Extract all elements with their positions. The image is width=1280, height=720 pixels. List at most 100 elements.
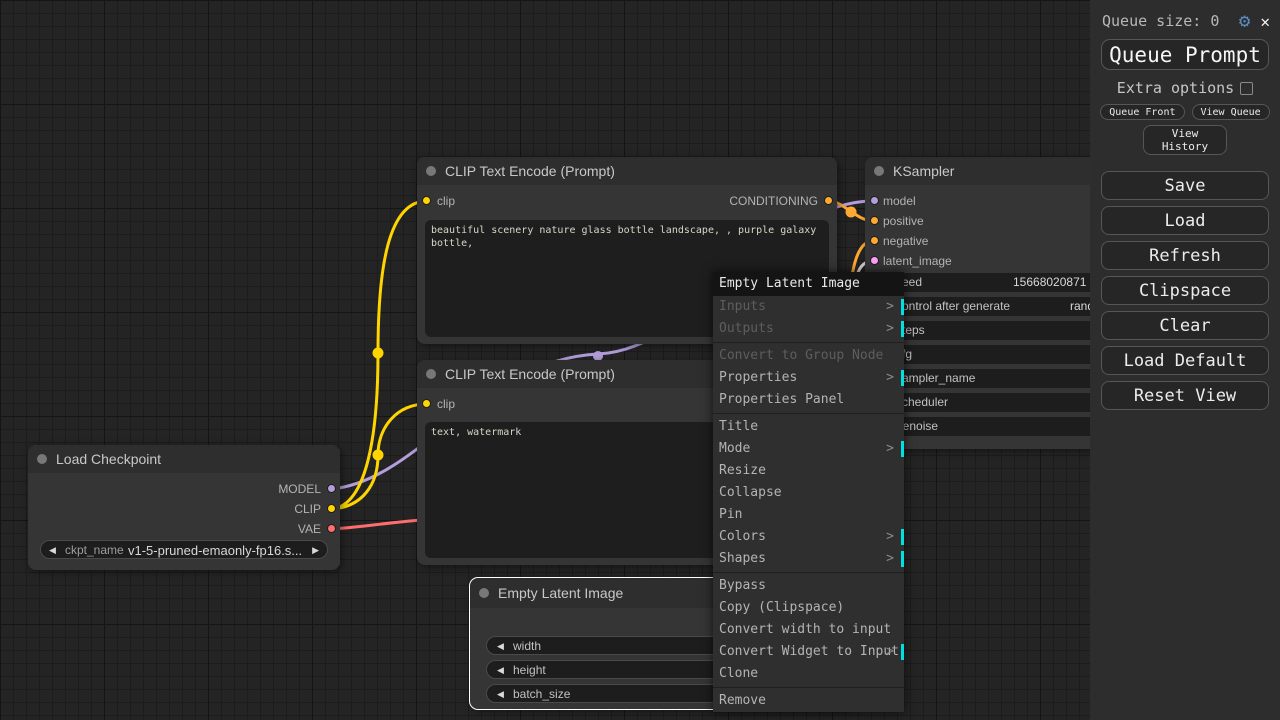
clipspace-button[interactable]: Clipspace <box>1101 276 1269 305</box>
view-history-button[interactable]: View History <box>1143 125 1227 155</box>
comfy-menu-panel: Queue size: 0 ⚙ ✕ Queue Prompt Extra opt… <box>1090 0 1280 720</box>
menu-item-bypass[interactable]: Bypass <box>713 575 904 597</box>
positive-input-slot[interactable] <box>870 216 879 225</box>
model-output-label: MODEL <box>278 483 321 495</box>
submenu-arrow-icon: > <box>886 367 894 389</box>
view-queue-button[interactable]: View Queue <box>1192 104 1270 120</box>
menu-item-remove[interactable]: Remove <box>713 690 904 712</box>
submenu-arrow-icon: > <box>886 318 894 340</box>
node-load-checkpoint[interactable]: Load Checkpoint MODEL CLIP VAE ◀ ckpt_na… <box>28 445 340 570</box>
queue-front-button[interactable]: Queue Front <box>1100 104 1184 120</box>
menu-item-convert-width-to-input[interactable]: Convert width to input <box>713 619 904 641</box>
widget-label: control after generate <box>896 300 1010 313</box>
submenu-arrow-icon: > <box>886 438 894 460</box>
scheduler-widget[interactable]: scheduler <box>880 393 1115 412</box>
collapse-dot-icon[interactable] <box>874 166 884 176</box>
widget-label: sampler_name <box>896 372 975 385</box>
widget-label: batch_size <box>513 688 570 701</box>
queue-prompt-button[interactable]: Queue Prompt <box>1101 39 1269 70</box>
menu-item-inputs[interactable]: Inputs> <box>713 296 904 318</box>
decrement-arrow-icon[interactable]: ◀ <box>49 544 56 557</box>
menu-item-properties[interactable]: Properties> <box>713 367 904 389</box>
decrement-arrow-icon[interactable]: ◀ <box>497 640 504 653</box>
control-after-generate-widget[interactable]: control after generate randomize <box>880 297 1115 316</box>
collapse-dot-icon[interactable] <box>426 166 436 176</box>
conditioning-output-slot[interactable] <box>824 196 833 205</box>
menu-item-mode[interactable]: Mode> <box>713 438 904 460</box>
load-button[interactable]: Load <box>1101 206 1269 235</box>
menu-item-properties-panel[interactable]: Properties Panel <box>713 389 904 411</box>
node-title-bar[interactable]: CLIP Text Encode (Prompt) <box>417 157 837 185</box>
submenu-indicator <box>901 321 904 337</box>
submenu-indicator <box>901 299 904 315</box>
negative-input-label: negative <box>883 235 928 247</box>
denoise-widget[interactable]: denoise <box>880 417 1115 436</box>
clear-button[interactable]: Clear <box>1101 311 1269 340</box>
menu-item-title[interactable]: Title <box>713 416 904 438</box>
node-title: KSampler <box>893 163 954 179</box>
collapse-dot-icon[interactable] <box>37 454 47 464</box>
node-title-bar[interactable]: Load Checkpoint <box>28 445 340 473</box>
negative-input-slot[interactable] <box>870 236 879 245</box>
reset-view-button[interactable]: Reset View <box>1101 381 1269 410</box>
clip-input-label: clip <box>437 398 455 410</box>
submenu-arrow-icon: > <box>886 526 894 548</box>
clip-input-slot[interactable] <box>422 399 431 408</box>
submenu-indicator <box>901 370 904 386</box>
ckpt-name-combo-widget[interactable]: ◀ ckpt_name v1-5-pruned-emaonly-fp16.s..… <box>40 540 328 559</box>
refresh-button[interactable]: Refresh <box>1101 241 1269 270</box>
menu-item-pin[interactable]: Pin <box>713 504 904 526</box>
menu-item-resize[interactable]: Resize <box>713 460 904 482</box>
model-input-slot[interactable] <box>870 196 879 205</box>
decrement-arrow-icon[interactable]: ◀ <box>497 664 504 677</box>
seed-widget[interactable]: seed 15668020871 <box>880 273 1115 292</box>
cfg-widget[interactable]: cfg <box>880 345 1115 364</box>
vae-output-label: VAE <box>298 523 321 535</box>
context-menu-title: Empty Latent Image <box>713 272 904 296</box>
sampler-name-widget[interactable]: sampler_name <box>880 369 1115 388</box>
clip-output-label: CLIP <box>294 503 321 515</box>
conditioning-output-label: CONDITIONING <box>729 195 818 207</box>
positive-input-label: positive <box>883 215 924 227</box>
steps-widget[interactable]: steps <box>880 321 1115 340</box>
node-title: CLIP Text Encode (Prompt) <box>445 163 615 179</box>
menu-item-shapes[interactable]: Shapes> <box>713 548 904 570</box>
widget-label: ckpt_name <box>65 544 124 557</box>
close-icon[interactable]: ✕ <box>1260 12 1270 31</box>
load-default-button[interactable]: Load Default <box>1101 346 1269 375</box>
submenu-indicator <box>901 529 904 545</box>
clip-input-slot[interactable] <box>422 196 431 205</box>
decrement-arrow-icon[interactable]: ◀ <box>497 688 504 701</box>
extra-options-label: Extra options <box>1117 79 1234 97</box>
submenu-indicator <box>901 441 904 457</box>
menu-separator <box>713 687 904 688</box>
menu-separator <box>713 413 904 414</box>
model-input-label: model <box>883 195 916 207</box>
model-output-slot[interactable] <box>327 484 336 493</box>
node-title: CLIP Text Encode (Prompt) <box>445 366 615 382</box>
menu-item-collapse[interactable]: Collapse <box>713 482 904 504</box>
vae-output-slot[interactable] <box>327 524 336 533</box>
menu-item-outputs[interactable]: Outputs> <box>713 318 904 340</box>
latent-image-input-slot[interactable] <box>870 256 879 265</box>
menu-item-copy-clipspace[interactable]: Copy (Clipspace) <box>713 597 904 619</box>
latent-image-input-label: latent_image <box>883 255 952 267</box>
settings-gear-icon[interactable]: ⚙ <box>1239 10 1250 32</box>
submenu-indicator <box>901 644 904 660</box>
node-title: Empty Latent Image <box>498 585 623 601</box>
collapse-dot-icon[interactable] <box>479 588 489 598</box>
save-button[interactable]: Save <box>1101 171 1269 200</box>
menu-item-colors[interactable]: Colors> <box>713 526 904 548</box>
extra-options-checkbox[interactable] <box>1240 82 1253 95</box>
widget-label: height <box>513 664 546 677</box>
menu-separator <box>713 342 904 343</box>
queue-size-label: Queue size: 0 <box>1102 12 1239 30</box>
clip-output-slot[interactable] <box>327 504 336 513</box>
increment-arrow-icon[interactable]: ▶ <box>312 544 319 557</box>
widget-label: width <box>513 640 541 653</box>
menu-item-convert-to-group-node[interactable]: Convert to Group Node <box>713 345 904 367</box>
collapse-dot-icon[interactable] <box>426 369 436 379</box>
menu-item-clone[interactable]: Clone <box>713 663 904 685</box>
menu-item-convert-widget-to-input[interactable]: Convert Widget to Input> <box>713 641 904 663</box>
submenu-arrow-icon: > <box>886 296 894 318</box>
